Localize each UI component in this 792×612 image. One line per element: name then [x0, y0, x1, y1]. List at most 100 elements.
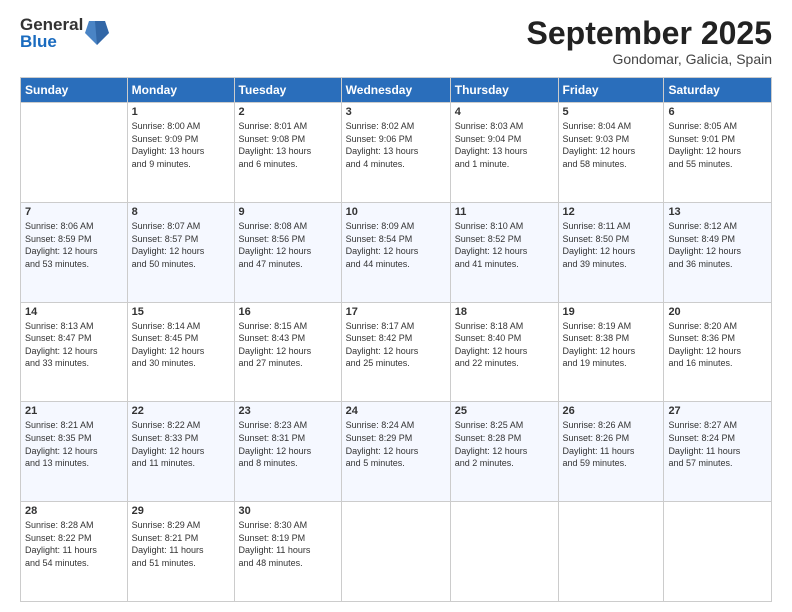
calendar-day-7: 7 Sunrise: 8:06 AM Sunset: 8:59 PM Daylig… [21, 202, 128, 302]
day-content: Sunrise: 8:02 AM Sunset: 9:06 PM Dayligh… [346, 120, 446, 170]
empty-cell [664, 502, 772, 602]
calendar-day-25: 25 Sunrise: 8:25 AM Sunset: 8:28 PM Dayli… [450, 402, 558, 502]
day-content: Sunrise: 8:28 AM Sunset: 8:22 PM Dayligh… [25, 519, 123, 569]
day-content: Sunrise: 8:10 AM Sunset: 8:52 PM Dayligh… [455, 220, 554, 270]
day-number: 12 [563, 206, 660, 218]
logo-general: General [20, 16, 83, 33]
day-number: 18 [455, 306, 554, 318]
calendar-week-4: 21 Sunrise: 8:21 AM Sunset: 8:35 PM Dayli… [21, 402, 772, 502]
day-content: Sunrise: 8:00 AM Sunset: 9:09 PM Dayligh… [132, 120, 230, 170]
calendar-day-3: 3 Sunrise: 8:02 AM Sunset: 9:06 PM Daylig… [341, 103, 450, 203]
calendar-day-16: 16Sunrise: 8:15 AM Sunset: 8:43 PM Dayli… [234, 302, 341, 402]
calendar-day-19: 19 Sunrise: 8:19 AM Sunset: 8:38 PM Dayli… [558, 302, 664, 402]
empty-cell [558, 502, 664, 602]
day-number: 19 [563, 306, 660, 318]
month-title: September 2025 [527, 16, 772, 51]
calendar-day-28: 28 Sunrise: 8:28 AM Sunset: 8:22 PM Dayli… [21, 502, 128, 602]
day-content: Sunrise: 8:29 AM Sunset: 8:21 PM Dayligh… [132, 519, 230, 569]
day-content: Sunrise: 8:12 AM Sunset: 8:49 PM Dayligh… [668, 220, 767, 270]
day-header-wednesday: Wednesday [341, 78, 450, 103]
title-block: September 2025 Gondomar, Galicia, Spain [527, 16, 772, 67]
calendar-day-27: 27 Sunrise: 8:27 AM Sunset: 8:24 PM Dayli… [664, 402, 772, 502]
location: Gondomar, Galicia, Spain [527, 51, 772, 67]
calendar-week-2: 7 Sunrise: 8:06 AM Sunset: 8:59 PM Daylig… [21, 202, 772, 302]
calendar-week-3: 14Sunrise: 8:13 AM Sunset: 8:47 PM Dayli… [21, 302, 772, 402]
day-header-thursday: Thursday [450, 78, 558, 103]
day-number: 29 [132, 505, 230, 517]
calendar-day-9: 9 Sunrise: 8:08 AM Sunset: 8:56 PM Daylig… [234, 202, 341, 302]
day-content: Sunrise: 8:27 AM Sunset: 8:24 PM Dayligh… [668, 419, 767, 469]
calendar-week-1: 1Sunrise: 8:00 AM Sunset: 9:09 PM Daylig… [21, 103, 772, 203]
day-number: 25 [455, 405, 554, 417]
day-content: Sunrise: 8:23 AM Sunset: 8:31 PM Dayligh… [239, 419, 337, 469]
day-number: 15 [132, 306, 230, 318]
day-number: 13 [668, 206, 767, 218]
day-number: 17 [346, 306, 446, 318]
day-content: Sunrise: 8:06 AM Sunset: 8:59 PM Dayligh… [25, 220, 123, 270]
calendar-day-26: 26 Sunrise: 8:26 AM Sunset: 8:26 PM Dayli… [558, 402, 664, 502]
calendar-day-13: 13 Sunrise: 8:12 AM Sunset: 8:49 PM Dayli… [664, 202, 772, 302]
day-content: Sunrise: 8:25 AM Sunset: 8:28 PM Dayligh… [455, 419, 554, 469]
empty-cell [450, 502, 558, 602]
calendar-day-5: 5 Sunrise: 8:04 AM Sunset: 9:03 PM Daylig… [558, 103, 664, 203]
day-number: 23 [239, 405, 337, 417]
day-content: Sunrise: 8:07 AM Sunset: 8:57 PM Dayligh… [132, 220, 230, 270]
day-content: Sunrise: 8:24 AM Sunset: 8:29 PM Dayligh… [346, 419, 446, 469]
logo: General Blue [20, 16, 109, 50]
day-number: 26 [563, 405, 660, 417]
calendar-header-row: SundayMondayTuesdayWednesdayThursdayFrid… [21, 78, 772, 103]
calendar-day-24: 24Sunrise: 8:24 AM Sunset: 8:29 PM Dayli… [341, 402, 450, 502]
day-number: 10 [346, 206, 446, 218]
calendar-day-20: 20 Sunrise: 8:20 AM Sunset: 8:36 PM Dayli… [664, 302, 772, 402]
calendar-day-6: 6Sunrise: 8:05 AM Sunset: 9:01 PM Daylig… [664, 103, 772, 203]
calendar-day-29: 29 Sunrise: 8:29 AM Sunset: 8:21 PM Dayli… [127, 502, 234, 602]
day-content: Sunrise: 8:11 AM Sunset: 8:50 PM Dayligh… [563, 220, 660, 270]
day-number: 8 [132, 206, 230, 218]
calendar-week-5: 28 Sunrise: 8:28 AM Sunset: 8:22 PM Dayli… [21, 502, 772, 602]
logo-text: General Blue [20, 16, 83, 50]
day-header-friday: Friday [558, 78, 664, 103]
calendar-day-10: 10 Sunrise: 8:09 AM Sunset: 8:54 PM Dayli… [341, 202, 450, 302]
calendar-day-15: 15Sunrise: 8:14 AM Sunset: 8:45 PM Dayli… [127, 302, 234, 402]
day-number: 5 [563, 106, 660, 118]
day-content: Sunrise: 8:01 AM Sunset: 9:08 PM Dayligh… [239, 120, 337, 170]
day-number: 3 [346, 106, 446, 118]
day-number: 14 [25, 306, 123, 318]
day-number: 16 [239, 306, 337, 318]
day-number: 27 [668, 405, 767, 417]
calendar-day-1: 1Sunrise: 8:00 AM Sunset: 9:09 PM Daylig… [127, 103, 234, 203]
day-header-monday: Monday [127, 78, 234, 103]
day-number: 11 [455, 206, 554, 218]
empty-cell [21, 103, 128, 203]
calendar-day-30: 30 Sunrise: 8:30 AM Sunset: 8:19 PM Dayli… [234, 502, 341, 602]
day-number: 7 [25, 206, 123, 218]
day-number: 4 [455, 106, 554, 118]
day-header-saturday: Saturday [664, 78, 772, 103]
calendar-table: SundayMondayTuesdayWednesdayThursdayFrid… [20, 77, 772, 602]
day-number: 28 [25, 505, 123, 517]
logo-icon [85, 19, 109, 47]
page: General Blue September 2025 Gondomar, Ga… [0, 0, 792, 612]
logo-blue: Blue [20, 33, 83, 50]
day-number: 30 [239, 505, 337, 517]
day-content: Sunrise: 8:21 AM Sunset: 8:35 PM Dayligh… [25, 419, 123, 469]
calendar-day-18: 18 Sunrise: 8:18 AM Sunset: 8:40 PM Dayli… [450, 302, 558, 402]
day-number: 9 [239, 206, 337, 218]
day-content: Sunrise: 8:26 AM Sunset: 8:26 PM Dayligh… [563, 419, 660, 469]
day-number: 21 [25, 405, 123, 417]
day-content: Sunrise: 8:04 AM Sunset: 9:03 PM Dayligh… [563, 120, 660, 170]
day-content: Sunrise: 8:19 AM Sunset: 8:38 PM Dayligh… [563, 320, 660, 370]
day-content: Sunrise: 8:30 AM Sunset: 8:19 PM Dayligh… [239, 519, 337, 569]
calendar-day-11: 11 Sunrise: 8:10 AM Sunset: 8:52 PM Dayli… [450, 202, 558, 302]
day-content: Sunrise: 8:08 AM Sunset: 8:56 PM Dayligh… [239, 220, 337, 270]
day-content: Sunrise: 8:18 AM Sunset: 8:40 PM Dayligh… [455, 320, 554, 370]
day-content: Sunrise: 8:20 AM Sunset: 8:36 PM Dayligh… [668, 320, 767, 370]
day-header-tuesday: Tuesday [234, 78, 341, 103]
calendar-day-14: 14Sunrise: 8:13 AM Sunset: 8:47 PM Dayli… [21, 302, 128, 402]
calendar-day-22: 22Sunrise: 8:22 AM Sunset: 8:33 PM Dayli… [127, 402, 234, 502]
day-content: Sunrise: 8:03 AM Sunset: 9:04 PM Dayligh… [455, 120, 554, 170]
day-number: 20 [668, 306, 767, 318]
calendar-day-17: 17Sunrise: 8:17 AM Sunset: 8:42 PM Dayli… [341, 302, 450, 402]
calendar-day-4: 4 Sunrise: 8:03 AM Sunset: 9:04 PM Daylig… [450, 103, 558, 203]
day-content: Sunrise: 8:09 AM Sunset: 8:54 PM Dayligh… [346, 220, 446, 270]
